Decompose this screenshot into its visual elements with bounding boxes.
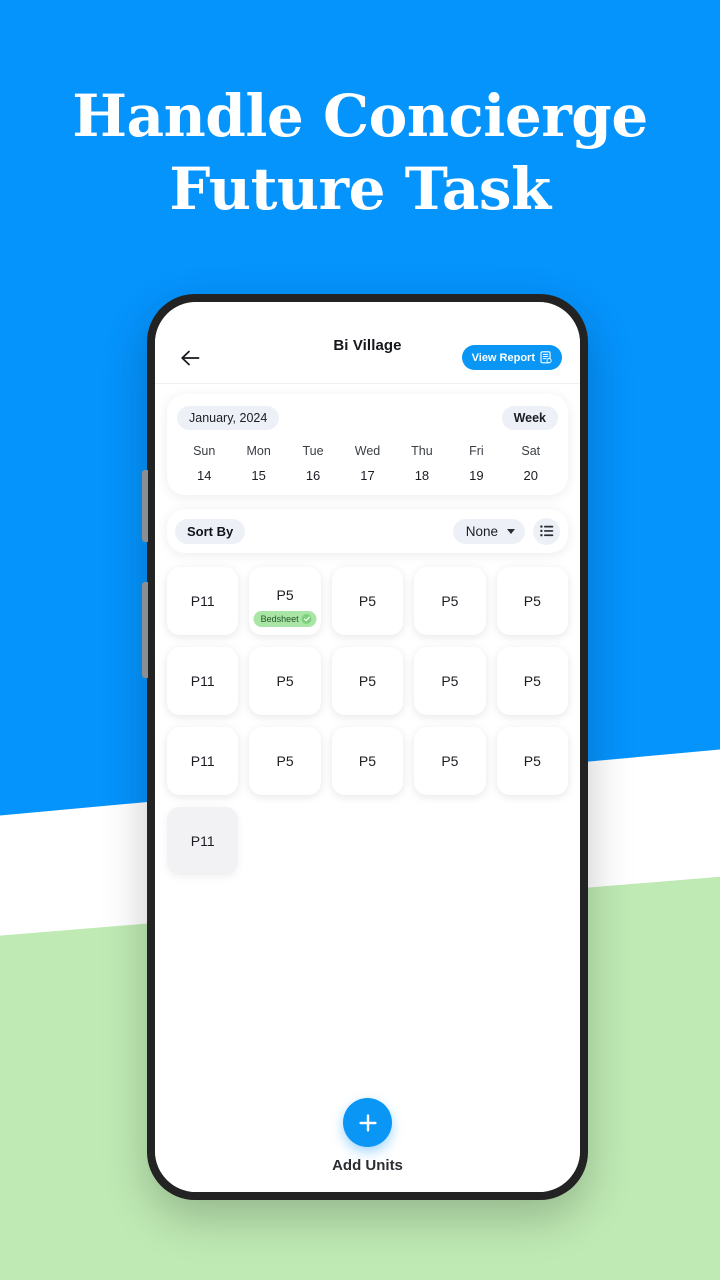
calendar-range-chip[interactable]: Week: [501, 406, 558, 430]
calendar-panel: January, 2024 Week Sun Mon Tue Wed Thu F…: [167, 394, 568, 495]
calendar-day-cell[interactable]: 16: [286, 468, 340, 483]
unit-card[interactable]: P5: [496, 727, 568, 795]
chevron-down-icon: [507, 528, 515, 534]
unit-card[interactable]: P5: [496, 647, 568, 715]
unit-card-label: P5: [523, 593, 541, 609]
app-header: Bi Village View Report: [155, 302, 580, 384]
calendar-day-numbers: 14 15 16 17 18 19 20: [177, 468, 558, 483]
calendar-day-name: Thu: [411, 444, 433, 458]
unit-card-label: P5: [358, 593, 377, 609]
phone-power-button[interactable]: [142, 582, 148, 678]
phone-volume-button[interactable]: [142, 470, 148, 542]
calendar-day-name: Mon: [246, 444, 271, 458]
unit-card-label: P5: [358, 673, 377, 689]
calendar-day-cell[interactable]: 19: [449, 468, 503, 483]
view-report-button[interactable]: View Report: [461, 345, 562, 370]
unit-card[interactable]: P11: [167, 727, 239, 795]
unit-card-label: P5: [523, 753, 541, 769]
unit-card-label: P5: [523, 673, 541, 689]
unit-card-label: P5: [276, 673, 294, 689]
calendar-day-name: Wed: [354, 444, 381, 458]
sort-bar: Sort By None: [167, 509, 568, 553]
app-body: January, 2024 Week Sun Mon Tue Wed Thu F…: [155, 384, 580, 1192]
calendar-day-cell[interactable]: 14: [177, 468, 231, 483]
calendar-day-cell[interactable]: 18: [395, 468, 449, 483]
phone-screen: Bi Village View Report January, 2024 Wee…: [155, 302, 580, 1192]
calendar-header: January, 2024 Week: [177, 406, 558, 430]
report-document-icon: [540, 351, 552, 364]
unit-card[interactable]: P5: [331, 567, 404, 635]
list-view-icon: [539, 525, 553, 537]
sort-controls: None: [452, 517, 560, 545]
calendar-day-name: Sun: [193, 444, 216, 458]
unit-card-label: P5: [358, 753, 377, 769]
headline-line-1: Handle Concierge: [72, 82, 648, 150]
promo-headline: Handle Concierge Future Task: [0, 80, 720, 225]
check-circle-icon: [301, 614, 312, 624]
headline-line-2: Future Task: [169, 154, 551, 223]
unit-card-label: P5: [441, 753, 459, 769]
unit-card-label: P11: [190, 833, 215, 849]
unit-card[interactable]: P5: [249, 647, 321, 715]
calendar-day-name: Tue: [302, 444, 324, 458]
unit-card-label: P11: [190, 753, 215, 769]
calendar-day-cell[interactable]: 20: [504, 468, 558, 483]
sort-select-value: None: [465, 523, 498, 539]
unit-card[interactable]: P5: [414, 567, 486, 635]
add-units-label: Add Units: [332, 1157, 403, 1174]
unit-card-label: P5: [441, 673, 459, 689]
calendar-day-name: Sat: [521, 444, 541, 458]
unit-card[interactable]: P11: [167, 807, 239, 875]
unit-card[interactable]: P5: [496, 567, 568, 635]
unit-card[interactable]: P5 Bedsheet: [249, 567, 321, 635]
calendar-day-cell[interactable]: 17: [340, 468, 394, 483]
unit-card-label: P5: [276, 587, 294, 603]
list-view-button[interactable]: [533, 517, 560, 545]
sort-by-label: Sort By: [175, 518, 246, 544]
unit-status-badge: Bedsheet: [253, 611, 317, 627]
calendar-day-cell[interactable]: 15: [231, 468, 285, 483]
calendar-day-names: Sun Mon Tue Wed Thu Fri Sat: [177, 444, 558, 458]
phone-frame: Bi Village View Report January, 2024 Wee…: [142, 294, 588, 1200]
sort-select[interactable]: None: [452, 518, 525, 544]
add-units-area: Add Units: [155, 1098, 580, 1174]
unit-status-badge-label: Bedsheet: [260, 614, 299, 624]
unit-card-label: P5: [276, 753, 294, 769]
units-grid: P11 P5 Bedsheet P5 P5 P5 P11 P5 P5 P5 P5 P11 P5 P5 P5 P…: [167, 567, 568, 875]
unit-card[interactable]: P5: [249, 727, 321, 795]
add-units-button[interactable]: [343, 1098, 392, 1147]
unit-card[interactable]: P5: [414, 727, 486, 795]
calendar-month-chip[interactable]: January, 2024: [177, 406, 280, 430]
unit-card[interactable]: P5: [414, 647, 486, 715]
promo-stage: Handle Concierge Future Task Bi Village …: [0, 0, 720, 1280]
calendar-day-name: Fri: [469, 444, 484, 458]
unit-card-label: P5: [441, 593, 459, 609]
unit-card[interactable]: P11: [167, 567, 239, 635]
plus-icon: [358, 1113, 377, 1132]
unit-card[interactable]: P5: [331, 727, 404, 795]
unit-card[interactable]: P5: [331, 647, 404, 715]
unit-card[interactable]: P11: [167, 647, 239, 715]
unit-card-label: P11: [190, 593, 215, 609]
view-report-label: View Report: [471, 351, 535, 364]
unit-card-label: P11: [190, 673, 215, 689]
